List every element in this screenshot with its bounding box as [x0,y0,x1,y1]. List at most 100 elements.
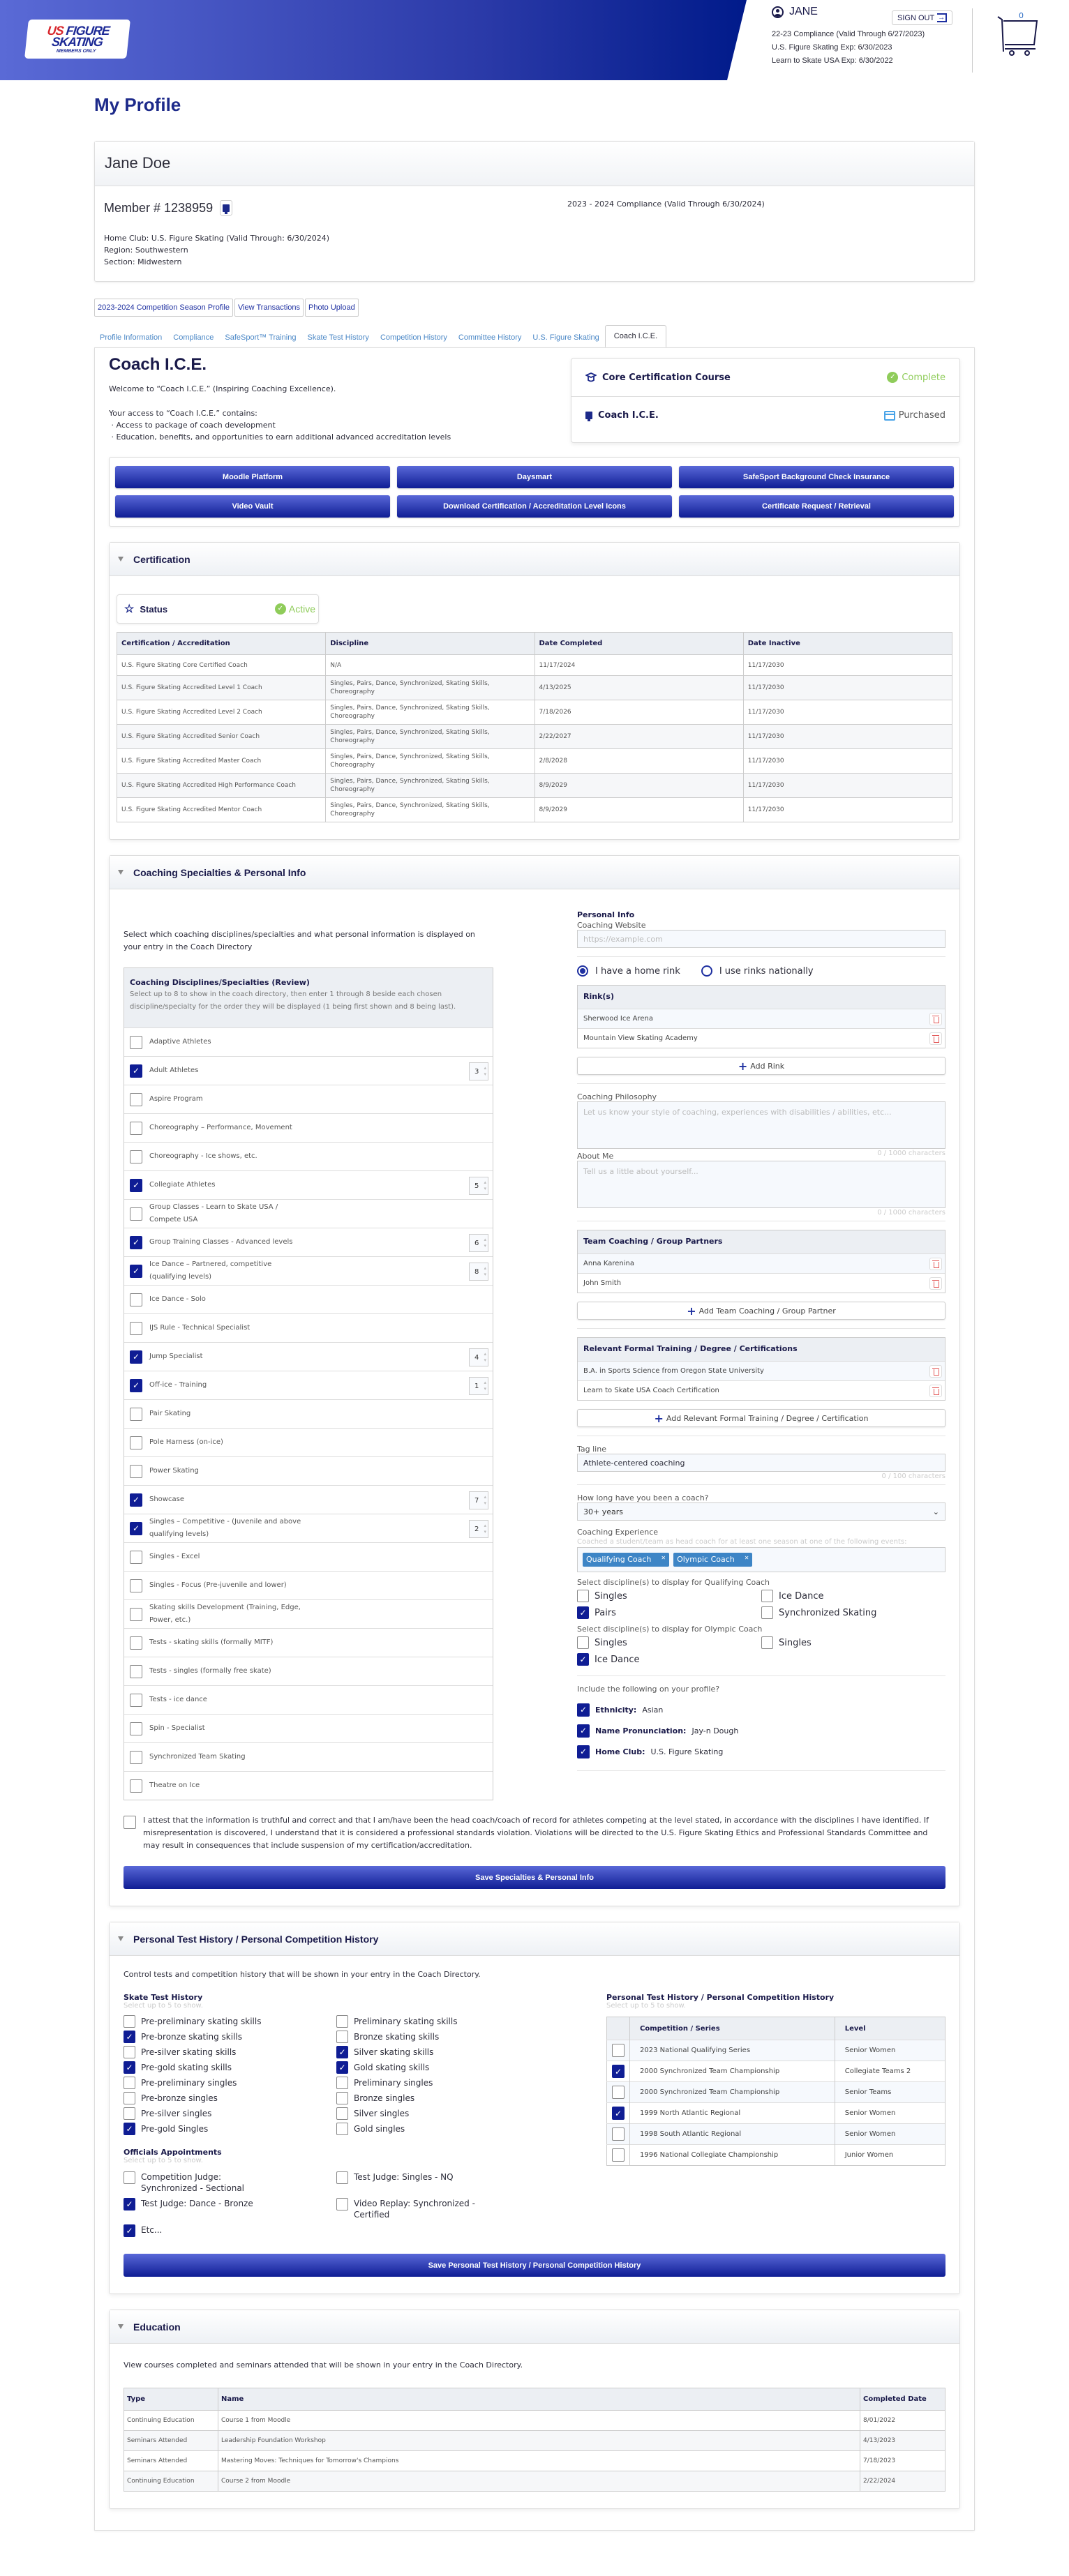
experience-tags-input[interactable]: Qualifying Coach ✕ Olympic Coach ✕ [577,1547,945,1572]
tab-committee-history[interactable]: Committee History [453,328,527,347]
photo-upload-button[interactable]: Photo Upload [305,299,359,317]
national-rinks-radio[interactable]: I use rinks nationally [701,965,814,977]
skate-test-checkbox[interactable] [336,2077,348,2089]
daysmart-button[interactable]: Daysmart [397,466,672,488]
include-option[interactable]: ✓ Home Club: U.S. Figure Skating [577,1741,945,1762]
skate-test-checkbox[interactable]: ✓ [124,2123,135,2135]
discipline-checkbox[interactable] [130,1779,142,1793]
discipline-checkbox[interactable] [130,1636,142,1650]
discipline-checkbox[interactable] [130,1150,142,1163]
philosophy-textarea[interactable]: Let us know your style of coaching, expe… [577,1101,945,1149]
discipline-checkbox[interactable] [130,1550,142,1564]
skate-test-option[interactable]: ✓ Silver skating skills [336,2044,504,2060]
discipline-option[interactable]: ✓ Pairs [577,1605,761,1620]
skate-test-checkbox[interactable] [336,2123,348,2135]
order-input[interactable]: 5 [469,1177,488,1195]
discipline-option[interactable]: Singles [761,1635,945,1650]
discipline-checkbox[interactable]: ✓ [130,1178,142,1192]
competition-checkbox[interactable]: ✓ [612,2065,625,2078]
safesport-insurance-button[interactable]: SafeSport Background Check Insurance [679,466,954,488]
discipline-checkbox[interactable] [130,1722,142,1735]
discipline-checkbox[interactable]: ✓ [130,1350,142,1364]
discipline-checkbox[interactable]: ✓ [130,1493,142,1507]
specialties-section-toggle[interactable]: Coaching Specialties & Personal Info [110,856,959,889]
discipline-checkbox[interactable] [130,1293,142,1306]
skate-test-checkbox[interactable] [124,2077,135,2089]
discipline-checkbox[interactable]: ✓ [130,1235,142,1249]
discipline-checkbox[interactable] [130,1207,142,1221]
moodle-platform-button[interactable]: Moodle Platform [115,466,390,488]
discipline-checkbox[interactable] [130,1035,142,1049]
order-input[interactable]: 4 [469,1348,488,1366]
discipline-checkbox[interactable] [130,1693,142,1707]
skate-test-option[interactable]: Pre-preliminary skating skills [124,2014,336,2029]
tagline-input[interactable]: Athlete-centered coaching [577,1454,945,1472]
competition-checkbox[interactable] [612,2127,625,2141]
discipline-checkbox[interactable] [130,1121,142,1135]
history-section-toggle[interactable]: Personal Test History / Personal Competi… [110,1922,959,1956]
order-input[interactable]: 3 [469,1062,488,1080]
skate-test-option[interactable]: Pre-preliminary singles [124,2075,336,2091]
discipline-option[interactable]: ✓ Ice Dance [577,1652,761,1667]
skate-test-option[interactable]: Pre-silver singles [124,2106,336,2121]
trash-icon[interactable] [929,1276,942,1290]
discipline-option[interactable]: Singles [577,1588,761,1604]
skate-test-checkbox[interactable]: ✓ [124,2061,135,2074]
add-partner-button[interactable]: + Add Team Coaching / Group Partner [577,1302,945,1320]
skate-test-checkbox[interactable] [124,2046,135,2058]
skate-test-option[interactable]: ✓ Gold skating skills [336,2060,504,2075]
save-history-button[interactable]: Save Personal Test History / Personal Co… [124,2254,945,2277]
discipline-checkbox[interactable] [130,1092,142,1106]
trash-icon[interactable] [929,1384,942,1397]
discipline-checkbox[interactable] [577,1636,589,1649]
trash-icon[interactable] [929,1257,942,1270]
discipline-checkbox[interactable]: ✓ [130,1264,142,1278]
sign-out-button[interactable]: SIGN OUT → [892,10,953,25]
discipline-checkbox[interactable] [130,1407,142,1421]
skate-test-option[interactable]: Bronze singles [336,2091,504,2106]
skate-test-checkbox[interactable]: ✓ [336,2046,348,2058]
add-training-button[interactable]: + Add Relevant Formal Training / Degree /… [577,1409,945,1427]
competition-checkbox[interactable] [612,2086,625,2099]
competition-season-profile-button[interactable]: 2023-2024 Competition Season Profile [94,299,233,317]
include-checkbox[interactable]: ✓ [577,1745,590,1758]
education-section-toggle[interactable]: Education [110,2310,959,2344]
remove-tag-icon[interactable]: ✕ [745,1555,749,1565]
home-rink-radio[interactable]: I have a home rink [577,965,680,977]
tab-compliance[interactable]: Compliance [167,328,219,347]
discipline-checkbox[interactable] [130,1436,142,1449]
skate-test-checkbox[interactable] [336,2031,348,2043]
discipline-checkbox[interactable] [761,1606,773,1619]
competition-checkbox[interactable] [612,2148,625,2162]
skate-test-option[interactable]: Preliminary singles [336,2075,504,2091]
discipline-option[interactable]: Ice Dance [761,1588,945,1604]
order-input[interactable]: 8 [469,1263,488,1281]
tab-skate-test-history[interactable]: Skate Test History [301,328,374,347]
include-checkbox[interactable]: ✓ [577,1703,590,1717]
discipline-checkbox[interactable] [130,1579,142,1592]
years-select[interactable]: 30+ years ⌄ [577,1502,945,1521]
skate-test-option[interactable]: Pre-bronze singles [124,2091,336,2106]
website-input[interactable]: https://example.com [577,930,945,948]
official-option[interactable]: Test Judge: Singles - NQ [336,2171,490,2194]
discipline-checkbox[interactable] [761,1636,773,1649]
official-option[interactable]: ✓ Etc... [124,2224,277,2237]
official-checkbox[interactable]: ✓ [124,2198,135,2210]
attestation-checkbox[interactable] [124,1816,136,1829]
skate-test-checkbox[interactable] [336,2107,348,2120]
competition-checkbox[interactable]: ✓ [612,2107,625,2120]
skate-test-option[interactable]: Pre-silver skating skills [124,2044,336,2060]
tab-profile-information[interactable]: Profile Information [94,328,167,347]
skate-test-option[interactable]: Gold singles [336,2121,504,2137]
skate-test-checkbox[interactable] [124,2092,135,2104]
discipline-checkbox[interactable] [130,1607,142,1621]
skate-test-checkbox[interactable] [336,2015,348,2028]
discipline-option[interactable]: Singles [577,1635,761,1650]
skate-test-option[interactable]: ✓ Pre-gold Singles [124,2121,336,2137]
member-card-button[interactable] [220,200,233,216]
order-input[interactable]: 7 [469,1491,488,1509]
tab-u-s-figure-skating[interactable]: U.S. Figure Skating [527,328,604,347]
skate-test-option[interactable]: Silver singles [336,2106,504,2121]
discipline-checkbox[interactable]: ✓ [130,1064,142,1078]
official-checkbox[interactable]: ✓ [124,2224,135,2237]
